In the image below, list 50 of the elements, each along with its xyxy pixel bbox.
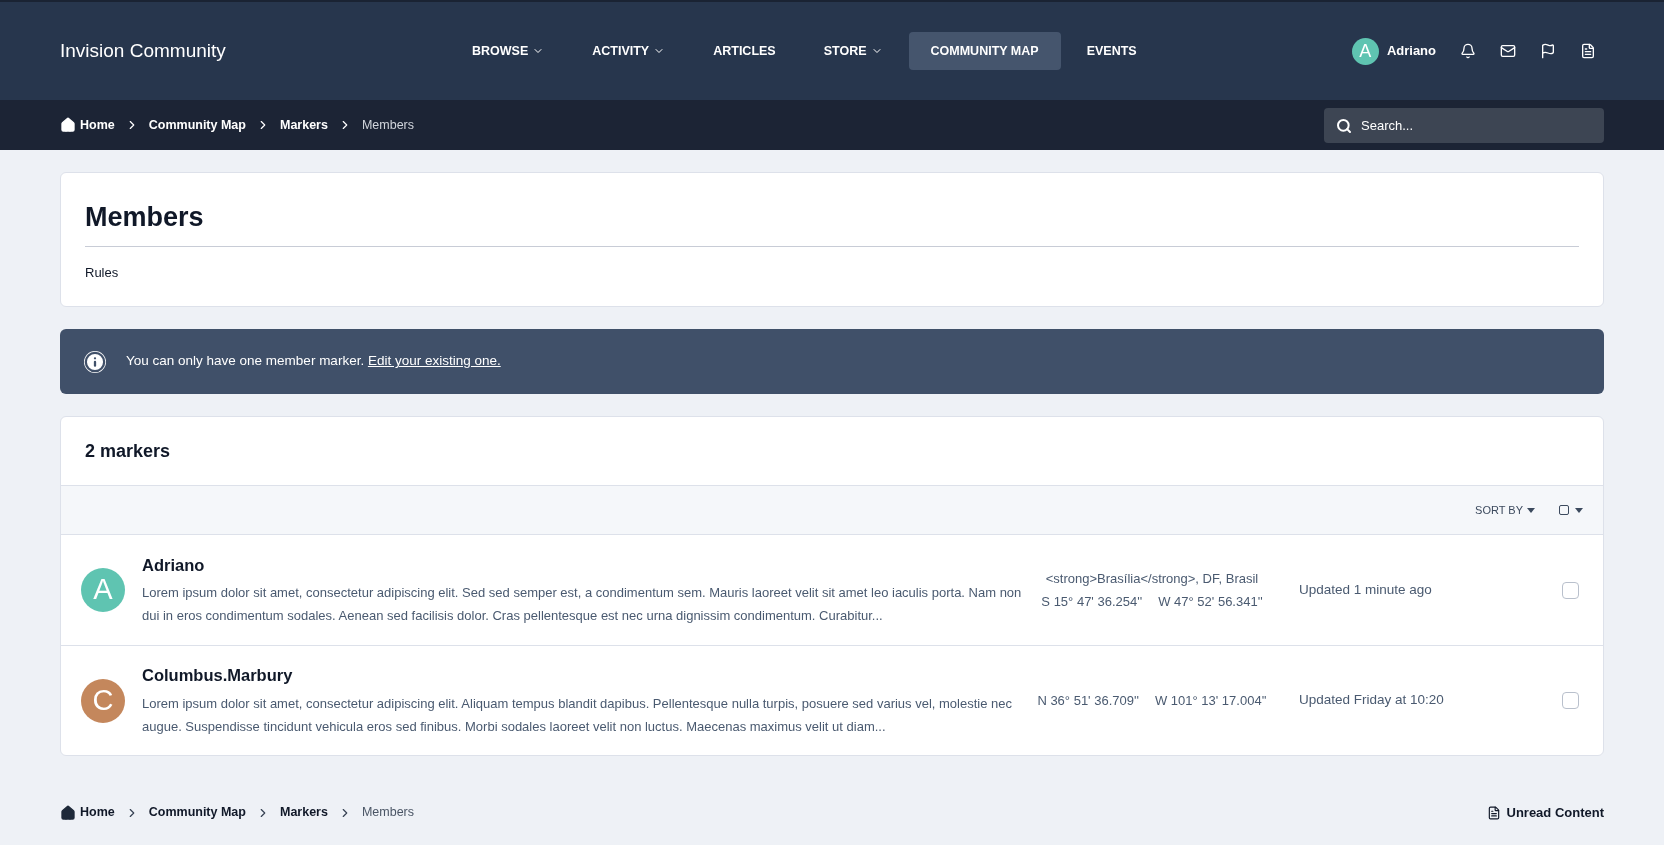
member-name[interactable]: Columbus.Marbury xyxy=(142,663,1027,688)
marker-description: Lorem ipsum dolor sit amet, consectetur adipiscing elit. Aliquam tempus blandit dapibus. Pellentesque nulla turpis, posuere sed varius vel, molestie nec augue. Suspendisse tincidunt vehicula eros sed finibus. Morbi sodales laoreet velit non luctus. Maecenas maximus velit ut diam... xyxy=(142,694,1014,736)
breadcrumb-link[interactable]: Markers xyxy=(279,115,328,135)
rules-link[interactable]: Rules xyxy=(85,262,1579,282)
breadcrumb-link[interactable]: Home xyxy=(80,115,115,135)
marker-address: <strong>Brasília</strong>, DF, Brasil xyxy=(1045,570,1259,588)
mail-icon[interactable] xyxy=(1500,43,1516,59)
coordinate: N 36° 51' 36.709'' xyxy=(1037,692,1139,710)
coordinate: W 47° 52' 56.341'' xyxy=(1158,593,1263,611)
nav-tab[interactable]: ARTICLES xyxy=(691,32,798,70)
info-icon xyxy=(84,350,106,373)
coordinate: W 101° 13' 17.004'' xyxy=(1154,692,1267,710)
user-name[interactable]: Adriano xyxy=(1386,41,1436,61)
nav-tab[interactable]: ACTIVITY xyxy=(570,32,688,70)
breadcrumb-link[interactable]: Home xyxy=(80,803,115,823)
nav-tab[interactable]: EVENTS xyxy=(1064,32,1159,70)
coordinate: S 15° 47' 36.254'' xyxy=(1041,593,1143,611)
sort-button[interactable]: SORT BY xyxy=(1475,501,1535,519)
flag-icon[interactable] xyxy=(1540,43,1556,59)
row-checkbox[interactable] xyxy=(1562,581,1579,599)
nav-tab[interactable]: BROWSE xyxy=(450,32,567,70)
select-all-button[interactable] xyxy=(1559,505,1583,515)
updated-time: Updated 1 minute ago xyxy=(1299,580,1432,599)
document-icon xyxy=(1486,805,1501,820)
updated-time: Updated Friday at 10:20 xyxy=(1299,691,1444,710)
member-name[interactable]: Adriano xyxy=(142,552,1027,578)
row-checkbox[interactable] xyxy=(1562,692,1579,709)
caret-icon xyxy=(1527,507,1535,513)
nav-tab[interactable]: COMMUNITY MAP xyxy=(908,32,1061,70)
search-field[interactable]: Search... xyxy=(1324,107,1604,143)
checkbox-icon xyxy=(1559,505,1569,515)
search-icon xyxy=(1336,117,1352,134)
edit-marker-link[interactable]: Edit your existing one. xyxy=(367,353,501,369)
breadcrumb-link[interactable]: Community Map xyxy=(148,803,246,823)
document-icon[interactable] xyxy=(1580,43,1596,59)
nav-tab[interactable]: STORE xyxy=(801,32,905,70)
caret-icon xyxy=(1575,507,1583,513)
breadcrumb-link[interactable]: Members xyxy=(361,115,414,135)
unread-content-link[interactable]: Unread Content xyxy=(1486,803,1604,823)
breadcrumb-link[interactable]: Members xyxy=(361,803,414,823)
breadcrumb-link[interactable]: Community Map xyxy=(148,115,246,135)
notice-text: You can only have one member marker. Edit your existing one. xyxy=(126,352,501,371)
breadcrumb-link[interactable]: Markers xyxy=(279,803,328,823)
notifications-icon[interactable] xyxy=(1460,43,1476,59)
page-title: Members xyxy=(85,197,1579,247)
marker-description: Lorem ipsum dolor sit amet, consectetur adipiscing elit. Sed sed semper est, a condimentum sem. Mauris laoreet velit sit amet leo iaculis porta. Nam non dui in eros condimentum sodales. Aenean sed facilisis dolor. Cras pellentesque est nec urna dignissim condimentum. Curabitur... xyxy=(142,584,1023,626)
site-title[interactable]: Invision Community xyxy=(60,36,450,66)
home-icon xyxy=(60,804,76,821)
home-icon xyxy=(60,117,76,133)
panel-title: 2 markers xyxy=(84,439,172,463)
